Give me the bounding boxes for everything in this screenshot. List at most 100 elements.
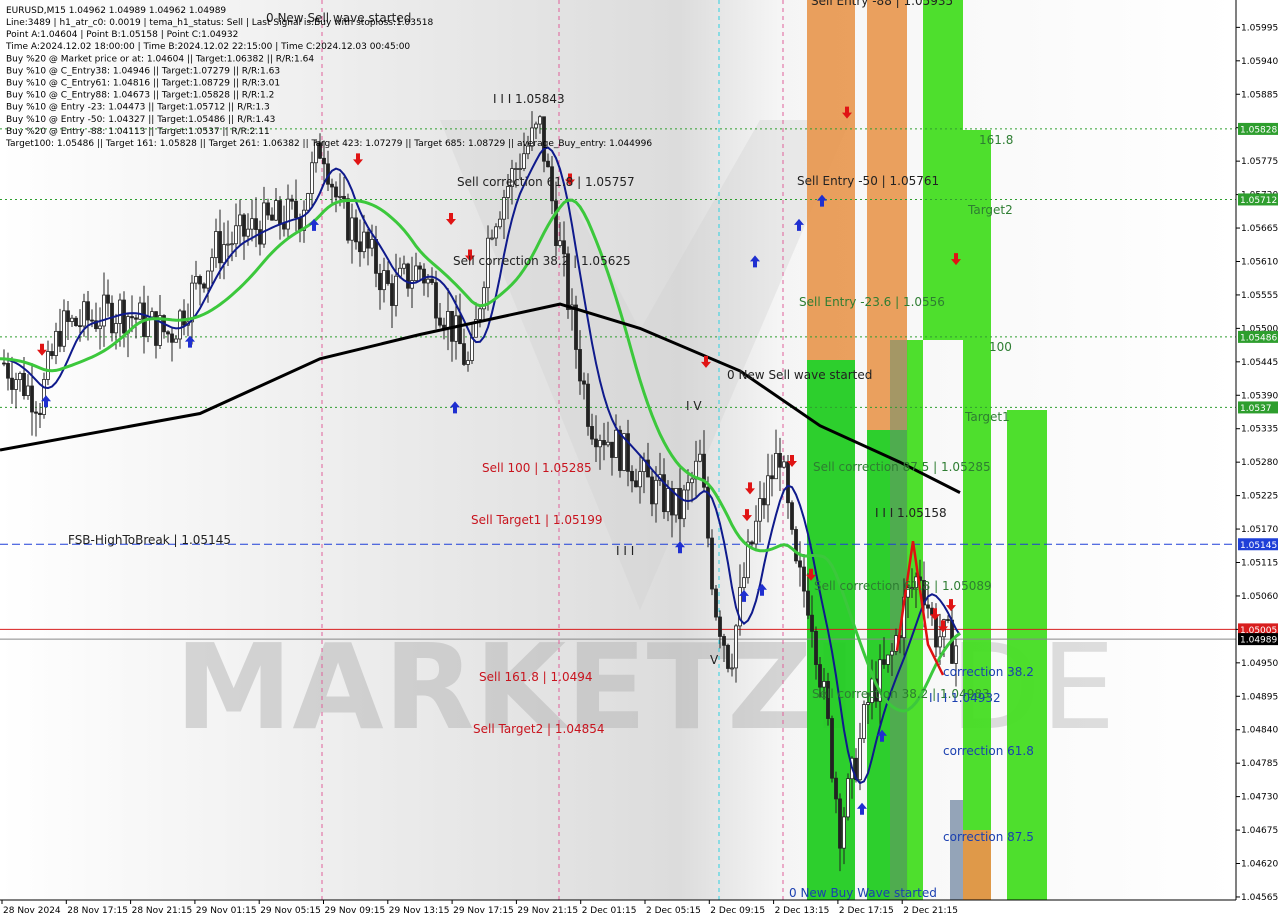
bear-candle [662, 474, 666, 513]
bear-candle [346, 198, 350, 241]
time-tick-label: 2 Dec 21:15 [903, 906, 958, 916]
price-badge-label: 1.05486 [1240, 333, 1277, 343]
bear-candle [358, 241, 362, 253]
price-chart[interactable]: MARKETZI DE I I I 1.05843Sell correction… [0, 0, 1280, 920]
bull-candle [206, 270, 210, 289]
price-tick-label: 1.04840 [1241, 726, 1278, 736]
level-label: V [710, 653, 719, 667]
bull-candle [394, 275, 398, 306]
bull-candle [62, 310, 66, 347]
bull-candle [114, 323, 118, 334]
bear-candle [106, 294, 110, 304]
bull-candle [774, 453, 778, 480]
price-tick-label: 1.04675 [1241, 826, 1278, 836]
bear-candle [182, 310, 186, 326]
bear-candle [882, 659, 886, 665]
level-label: I I I 1.05158 [875, 506, 947, 520]
level-label: Sell Entry -23.6 | 1.0556 [799, 295, 945, 309]
bear-candle [342, 195, 346, 200]
bear-candle [762, 498, 766, 506]
bull-candle [230, 243, 234, 246]
bear-candle [650, 476, 654, 505]
bull-candle [70, 317, 74, 322]
time-axis[interactable]: 28 Nov 2024 28 Nov 17:15 28 Nov 21:15 29 No… [0, 899, 1280, 920]
bear-candle [786, 461, 790, 504]
level-label: Target1 [964, 410, 1010, 424]
bear-candle [86, 301, 90, 321]
bull-candle [362, 231, 366, 253]
bear-candle [802, 566, 806, 592]
bear-candle [322, 157, 326, 165]
bear-candle [778, 453, 782, 468]
bull-candle [410, 280, 414, 289]
level-label: I I I [616, 544, 634, 558]
bear-candle [266, 202, 270, 216]
bear-candle [122, 299, 126, 334]
bear-candle [750, 541, 754, 545]
time-tick-label: 29 Nov 09:15 [325, 906, 386, 916]
bull-candle [690, 478, 694, 484]
info-line: Line:3489 | h1_atr_c0: 0.0019 | tema_h1_… [6, 18, 433, 28]
price-axis[interactable]: 1.059951.059401.058851.058301.057751.057… [1235, 0, 1280, 920]
bear-candle [90, 319, 94, 322]
bull-candle [14, 379, 18, 390]
buy-zone-target2 [963, 130, 991, 900]
bear-candle [134, 317, 138, 320]
bear-candle [710, 537, 714, 590]
bull-candle [350, 217, 354, 241]
bull-candle [470, 336, 474, 361]
price-tick-label: 1.05995 [1241, 23, 1278, 33]
bear-candle [634, 480, 638, 488]
bull-candle [502, 197, 506, 220]
price-tick-label: 1.05610 [1241, 257, 1278, 267]
bull-candle [490, 237, 494, 240]
bull-candle [210, 257, 214, 272]
level-label: 161.8 [979, 133, 1013, 147]
info-line: Buy %10 @ Entry -50: 1.04327 || Target:1… [6, 115, 275, 125]
bear-candle [390, 283, 394, 306]
bear-candle [722, 636, 726, 646]
bull-candle [478, 308, 482, 320]
bear-candle [378, 272, 382, 291]
bull-candle [846, 778, 850, 818]
price-tick-label: 1.05390 [1241, 391, 1278, 401]
bear-candle [546, 160, 550, 168]
bear-candle [582, 380, 586, 385]
level-label: Target2 [967, 203, 1013, 217]
bear-candle [198, 276, 202, 285]
time-tick-label: 28 Nov 21:15 [132, 906, 193, 916]
level-label: 0 New Sell wave started [727, 368, 872, 382]
bull-candle [498, 218, 502, 228]
level-label: Sell Target2 | 1.04854 [473, 722, 605, 736]
bull-candle [82, 301, 86, 327]
bull-candle [954, 645, 958, 664]
price-tick-label: 1.05280 [1241, 458, 1278, 468]
bull-candle [286, 198, 290, 230]
info-line: Buy %10 @ C_Entry61: 1.04816 || Target:1… [6, 79, 280, 89]
level-label: Sell correction 61.8 | 1.05089 [814, 579, 992, 593]
price-tick-label: 1.05940 [1241, 57, 1278, 67]
bear-candle [818, 664, 822, 688]
level-label: Sell Entry -88 | 1.05935 [811, 0, 953, 8]
bear-candle [726, 644, 730, 669]
bull-candle [698, 453, 702, 462]
price-tick-label: 1.05775 [1241, 157, 1278, 167]
bull-candle [382, 270, 386, 291]
bear-candle [58, 330, 62, 347]
time-tick-label: 2 Dec 09:15 [710, 906, 765, 916]
bull-candle [866, 702, 870, 705]
bull-candle [654, 479, 658, 505]
bear-candle [294, 200, 298, 218]
bear-candle [386, 270, 390, 284]
bull-candle [306, 193, 310, 211]
info-line: Target100: 1.05486 || Target 161: 1.0582… [5, 139, 652, 149]
level-label: I V [686, 399, 702, 413]
bear-candle [554, 200, 558, 246]
bull-candle [466, 360, 470, 365]
bull-candle [598, 440, 602, 448]
bull-candle [190, 282, 194, 323]
bull-candle [862, 704, 866, 739]
bull-candle [730, 667, 734, 670]
bull-candle [414, 265, 418, 281]
bull-candle [534, 123, 538, 129]
